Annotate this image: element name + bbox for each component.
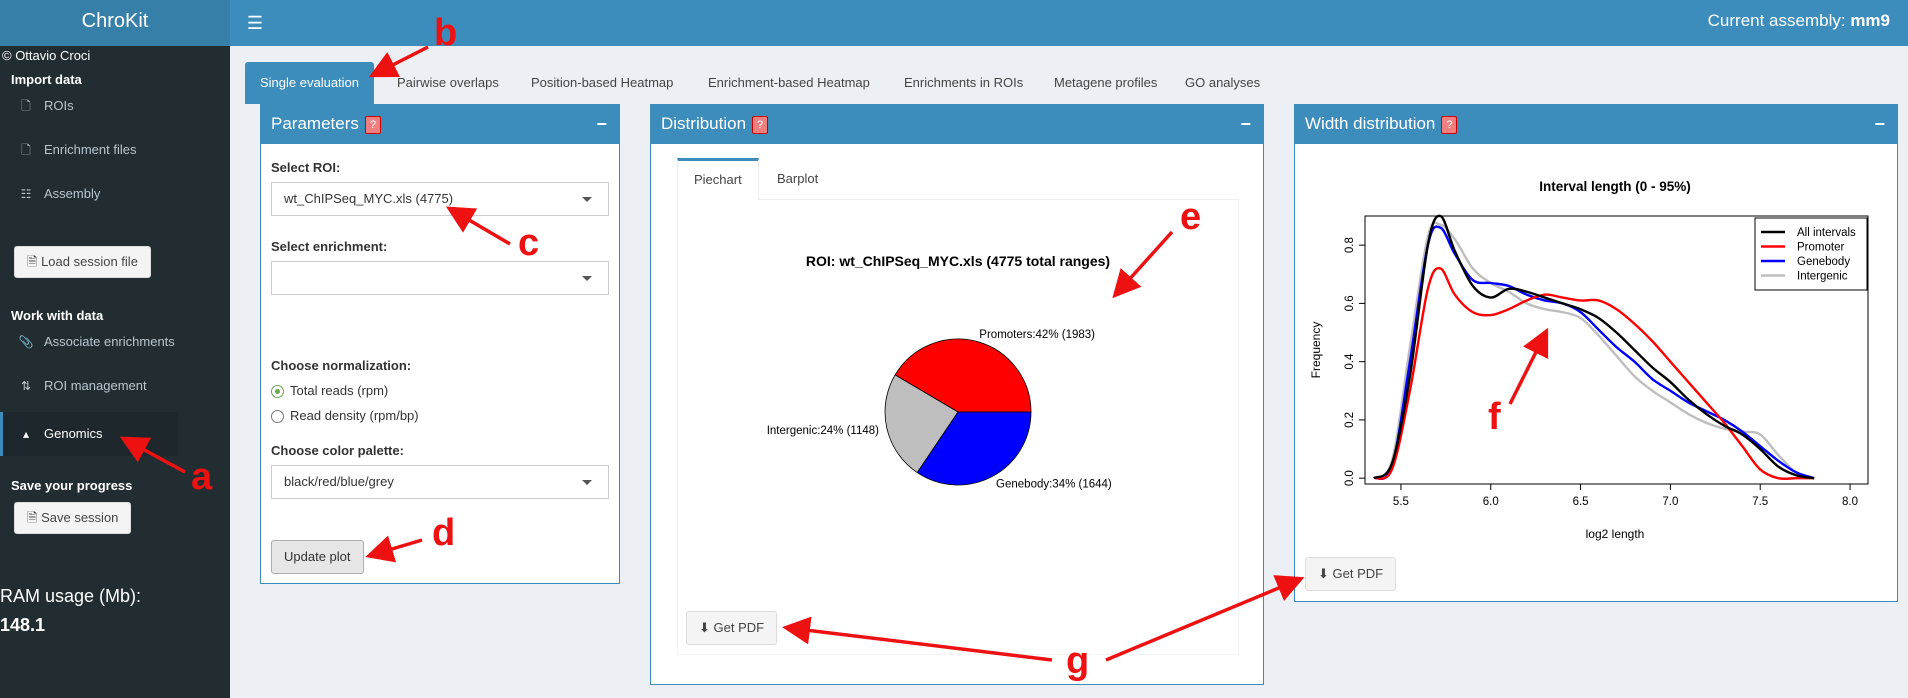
annotation-a: a	[191, 456, 213, 498]
annotation-e: e	[1180, 196, 1202, 238]
annotation-c: c	[518, 222, 540, 264]
arrow-e	[1112, 230, 1174, 299]
annotation-f: f	[1488, 396, 1501, 438]
annotation-arrows	[119, 45, 1549, 662]
arrow-f	[1508, 327, 1549, 405]
arrow-a	[119, 436, 186, 474]
annotation-d: d	[432, 512, 456, 554]
annotation-b: b	[434, 12, 458, 54]
arrow-d	[365, 535, 423, 563]
arrow-g-left	[782, 616, 1053, 662]
arrow-c	[445, 206, 511, 246]
annotation-g: g	[1066, 640, 1090, 682]
arrow-b	[368, 45, 429, 78]
arrow-g-right	[1105, 575, 1305, 662]
